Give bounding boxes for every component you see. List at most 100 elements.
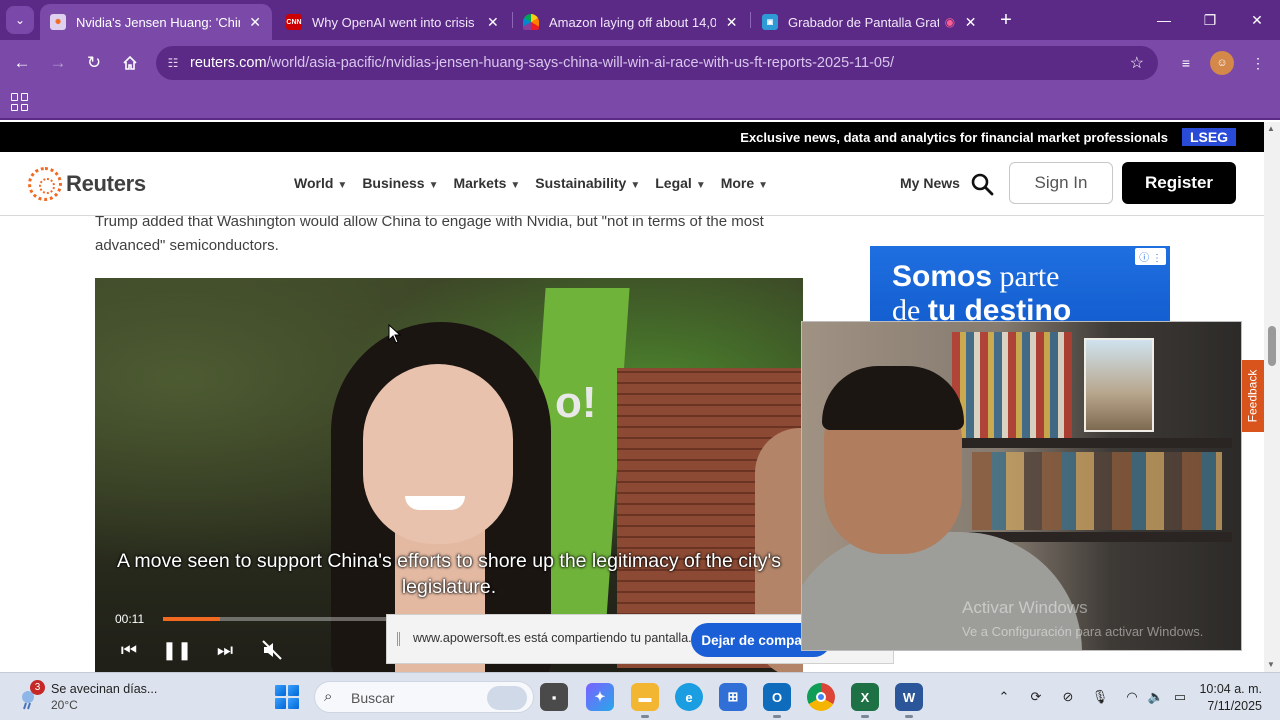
close-tab-icon[interactable]: ✕ (486, 14, 500, 31)
close-tab-icon[interactable]: ✕ (963, 14, 978, 31)
page-scrollbar[interactable]: ▲ ▼ (1264, 122, 1280, 672)
url-text: reuters.com/world/asia-pacific/nvidias-j… (190, 55, 895, 71)
restore-window-button[interactable]: ❐ (1198, 8, 1222, 32)
apps-grid-icon[interactable] (11, 93, 29, 111)
my-news-link[interactable]: My News (900, 175, 960, 191)
task-view-icon[interactable]: ▪ (540, 683, 568, 711)
tab-separator (750, 12, 751, 28)
tab-cnn[interactable]: CNN Why OpenAI went into crisis PR ✕ (276, 4, 510, 40)
edge-icon[interactable]: e (675, 683, 703, 711)
nav-item-markets[interactable]: Markets ▼ (453, 175, 520, 191)
scroll-down-icon[interactable]: ▼ (1267, 660, 1275, 669)
chevron-down-icon: ⌄ (14, 13, 26, 27)
arrow-right-icon: → (49, 53, 67, 72)
browser-toolbar: ← → ↻ ☷ reuters.com/world/asia-pacific/n… (0, 40, 1280, 86)
tab-grabador[interactable]: ▣ Grabador de Pantalla Gratis ◉ ✕ (752, 4, 988, 40)
forward-button[interactable]: → (44, 49, 72, 77)
tab-search-button[interactable]: ⌄ (6, 6, 34, 34)
promo-text: Exclusive news, data and analytics for f… (740, 130, 1168, 145)
pause-button[interactable]: ❚❚ (162, 636, 192, 664)
reload-icon: ↻ (86, 53, 102, 72)
article-paragraph: Trump added that Washington would allow … (95, 216, 764, 254)
back-button[interactable]: ← (8, 49, 36, 77)
reload-button[interactable]: ↻ (80, 49, 108, 77)
show-hidden-icons-icon[interactable]: ⌃ (994, 687, 1014, 707)
windows-start-icon[interactable] (275, 685, 299, 709)
chevron-down-icon: ▼ (510, 180, 521, 191)
scrollbar-thumb[interactable] (1268, 326, 1276, 366)
word-icon[interactable]: W (895, 683, 923, 718)
browser-menu-button[interactable]: ⋮ (1246, 51, 1270, 75)
next-button[interactable]: ⏭ (211, 636, 239, 664)
ad-choices-icon[interactable]: ⓘ ⋮ (1135, 248, 1166, 265)
webcam-bookshelf (952, 332, 1072, 438)
reuters-logo[interactable]: Reuters (28, 167, 146, 201)
arrow-left-icon: ← (13, 53, 31, 72)
webcam-shelf (952, 438, 1232, 448)
copilot-icon[interactable]: ✦ (586, 683, 614, 711)
webcam-overlay[interactable]: Activar Windows Ve a Configuración para … (801, 321, 1242, 651)
nav-item-more[interactable]: More ▼ (721, 175, 768, 191)
drag-handle-icon[interactable] (397, 632, 400, 646)
home-button[interactable] (116, 49, 144, 77)
clock-time[interactable]: 10:04 a. m. (1198, 682, 1262, 696)
webcam-shelf-items (972, 452, 1222, 530)
new-tab-button[interactable]: + (994, 8, 1018, 32)
feedback-tab[interactable]: Feedback (1240, 360, 1264, 432)
nav-item-legal[interactable]: Legal ▼ (655, 175, 705, 191)
microsoft-store-icon[interactable]: ⊞ (719, 683, 747, 711)
browser-tab-bar: ⌄ ✺ Nvidia's Jensen Huang: 'China is ✕ C… (0, 0, 1280, 40)
scroll-up-icon[interactable]: ▲ (1267, 124, 1275, 133)
video-caption: A move seen to support China's efforts t… (117, 550, 781, 598)
chevron-down-icon: ▼ (758, 180, 769, 191)
volume-icon[interactable]: 🔈 (1146, 687, 1166, 707)
close-tab-icon[interactable]: ✕ (248, 14, 262, 31)
video-time: 00:11 (115, 612, 145, 626)
tab-amazon-layoffs[interactable]: Amazon laying off about 14,000 ✕ (513, 4, 749, 40)
register-button[interactable]: Register (1122, 162, 1236, 204)
weather-title[interactable]: Se avecinan días... (51, 682, 157, 696)
plus-icon: + (1000, 8, 1012, 31)
site-info-icon[interactable]: ☷ (156, 56, 190, 70)
profile-avatar[interactable]: ☺ (1210, 51, 1234, 75)
mute-button[interactable] (258, 636, 286, 664)
promo-bar[interactable]: Exclusive news, data and analytics for f… (0, 122, 1264, 152)
microphone-icon[interactable]: 🎙 (1090, 687, 1110, 707)
cnn-favicon-icon: CNN (286, 14, 302, 30)
activate-windows-title: Activar Windows (962, 598, 1088, 617)
search-icon[interactable] (970, 172, 994, 196)
excel-icon[interactable]: X (851, 683, 879, 718)
chrome-icon[interactable] (807, 683, 835, 711)
skip-previous-icon: ⏮ (120, 639, 138, 660)
close-icon: ✕ (1251, 11, 1263, 28)
windows-taskbar: 3 Se avecinan días... 20°C ⌕ Buscar ▪ ✦ … (0, 672, 1280, 720)
file-explorer-icon[interactable]: ▬ (631, 683, 659, 718)
sync-icon[interactable]: ⟳ (1026, 687, 1046, 707)
address-bar[interactable]: ☷ reuters.com/world/asia-pacific/nvidias… (156, 46, 1158, 80)
clock-date[interactable]: 7/11/2025 (1198, 699, 1262, 713)
nav-item-business[interactable]: Business ▼ (362, 175, 438, 191)
activate-windows-subtitle: Ve a Configuración para activar Windows. (962, 624, 1204, 639)
nav-item-sustainability[interactable]: Sustainability ▼ (535, 175, 640, 191)
tab-title: Why OpenAI went into crisis PR (312, 14, 478, 30)
battery-icon[interactable]: ▭ (1170, 687, 1190, 707)
nav-item-world[interactable]: World ▼ (294, 175, 347, 191)
close-window-button[interactable]: ✕ (1245, 8, 1269, 32)
notification-badge: 3 (30, 680, 45, 695)
bookmark-star-icon[interactable]: ☆ (1130, 53, 1144, 73)
tab-reuters[interactable]: ✺ Nvidia's Jensen Huang: 'China is ✕ (40, 4, 272, 40)
webcam-painting (1084, 338, 1154, 432)
mouse-cursor-icon (388, 324, 402, 344)
minimize-window-button[interactable]: — (1152, 8, 1176, 32)
location-off-icon[interactable]: ⊘ (1058, 687, 1078, 707)
video-scene-person (405, 496, 465, 510)
outlook-icon[interactable]: O (763, 683, 791, 718)
video-progress-fill (163, 617, 220, 621)
taskbar-search[interactable]: ⌕ Buscar (314, 681, 534, 713)
previous-button[interactable]: ⏮ (115, 636, 143, 664)
wifi-icon[interactable]: ◠ (1122, 687, 1142, 707)
close-tab-icon[interactable]: ✕ (724, 14, 739, 31)
media-controls-button[interactable]: ≡ (1174, 51, 1198, 75)
share-banner-text: www.apowersoft.es está compartiendo tu p… (413, 631, 692, 645)
sign-in-button[interactable]: Sign In (1009, 162, 1113, 204)
